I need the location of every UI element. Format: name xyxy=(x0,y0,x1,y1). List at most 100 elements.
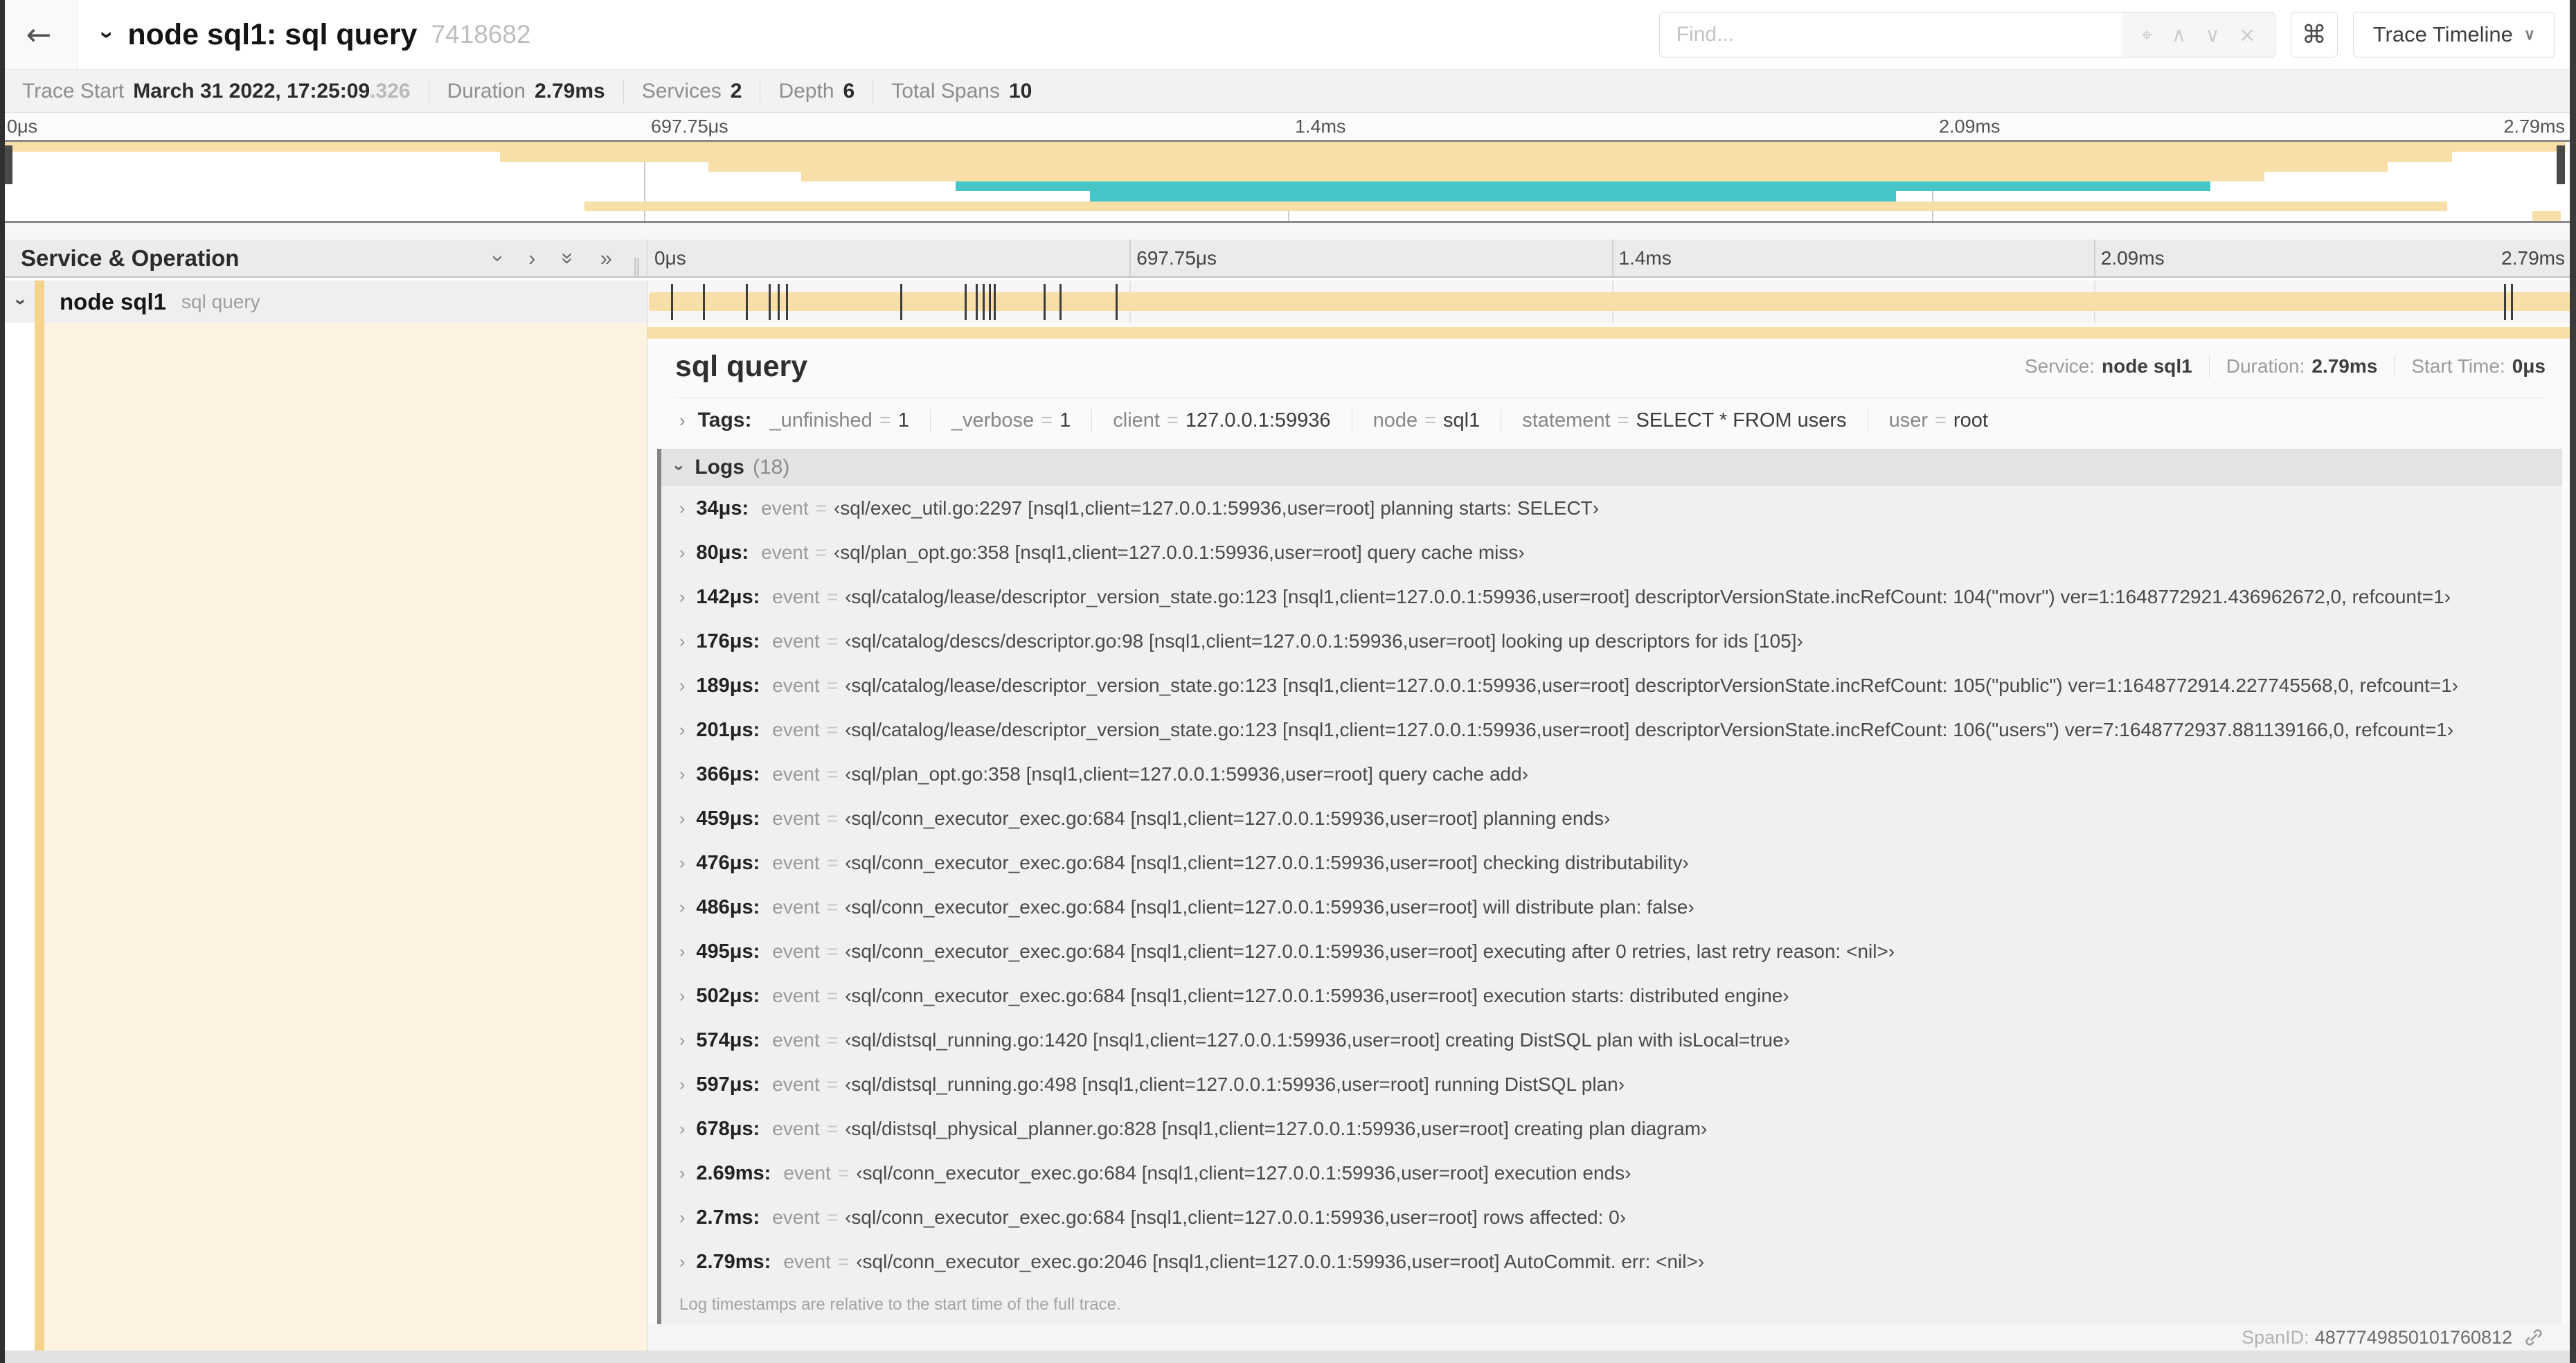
log-field-value: ‹sql/exec_util.go:2297 [nsql1,client=127… xyxy=(833,497,1600,519)
log-equals: = xyxy=(826,586,839,607)
log-expand-chevron-icon[interactable]: › xyxy=(679,676,685,696)
log-entry-row[interactable]: › 495μs: event = ‹sql/conn_executor_exec… xyxy=(661,929,2562,974)
jaeger-trace-view: ← › node sql1: sql query 7418682 ⌖ ∧ ∨ ×… xyxy=(0,0,2576,1363)
log-entry-row[interactable]: › 2.69ms: event = ‹sql/conn_executor_exe… xyxy=(661,1151,2562,1195)
tags-row[interactable]: › Tags: _unfinished = 1 _verbose = 1 cli… xyxy=(647,398,2576,440)
log-entry-row[interactable]: › 142μs: event = ‹sql/catalog/lease/desc… xyxy=(661,575,2562,619)
next-result-icon[interactable]: ∨ xyxy=(2205,23,2219,46)
log-entry-row[interactable]: › 34μs: event = ‹sql/exec_util.go:2297 [… xyxy=(661,486,2562,531)
log-entry-row[interactable]: › 201μs: event = ‹sql/catalog/lease/desc… xyxy=(661,708,2562,752)
tag-item: statement = SELECT * FROM users xyxy=(1501,409,1847,432)
logs-collapse-chevron-icon[interactable]: › xyxy=(670,465,690,470)
tags-list: _unfinished = 1 _verbose = 1 client = 12… xyxy=(769,409,1988,432)
span-log-tick xyxy=(2511,284,2514,320)
view-selector-button[interactable]: Trace Timeline ∨ xyxy=(2352,12,2555,57)
log-entry-row[interactable]: › 80μs: event = ‹sql/plan_opt.go:358 [ns… xyxy=(661,531,2562,575)
span-collapse-chevron-icon[interactable]: › xyxy=(10,299,33,305)
log-expand-chevron-icon[interactable]: › xyxy=(679,986,685,1006)
log-field-value: ‹sql/catalog/lease/descriptor_version_st… xyxy=(845,586,2451,607)
back-button[interactable]: ← xyxy=(0,0,78,69)
log-expand-chevron-icon[interactable]: › xyxy=(679,809,685,829)
span-duration-bar[interactable] xyxy=(649,284,2575,320)
span-log-tick xyxy=(778,284,780,320)
log-expand-chevron-icon[interactable]: › xyxy=(679,1164,685,1184)
log-entry-row[interactable]: › 459μs: event = ‹sql/conn_executor_exec… xyxy=(661,796,2562,841)
collapse-all-icon[interactable]: » xyxy=(555,252,580,264)
find-input[interactable] xyxy=(1659,12,2122,57)
tags-expand-chevron-icon[interactable]: › xyxy=(679,410,686,431)
span-id-footer: SpanID: 4877749850101760812 xyxy=(647,1324,2576,1351)
log-expand-chevron-icon[interactable]: › xyxy=(679,942,685,962)
keyboard-shortcuts-button[interactable]: ⌘ xyxy=(2290,12,2338,57)
log-expand-chevron-icon[interactable]: › xyxy=(679,1208,685,1228)
minimap-span-bar xyxy=(1089,191,1896,202)
log-equals: = xyxy=(826,1206,839,1228)
timeline-ruler: 0μs 697.75μs 1.4ms 2.09ms 2.79ms xyxy=(647,240,2576,276)
log-field-key: event xyxy=(772,1206,820,1228)
tag-value: 127.0.0.1:59936 xyxy=(1185,409,1331,431)
minimap-canvas[interactable] xyxy=(0,140,2576,223)
span-detail-header: sql query Service: node sql1 Duration: 2… xyxy=(647,339,2576,393)
column-resize-grip[interactable]: ‖ xyxy=(632,256,641,276)
log-expand-chevron-icon[interactable]: › xyxy=(679,720,685,740)
log-expand-chevron-icon[interactable]: › xyxy=(679,499,685,519)
log-equals: = xyxy=(837,1251,850,1272)
span-extent-bar xyxy=(647,327,2576,339)
span-row-name-cell[interactable]: › node sql1 sql query xyxy=(0,280,647,323)
span-log-tick xyxy=(900,284,902,320)
log-field-key: event xyxy=(783,1251,831,1272)
minimap-left-drag-handle[interactable] xyxy=(4,145,12,184)
log-entry-row[interactable]: › 189μs: event = ‹sql/catalog/lease/desc… xyxy=(661,663,2562,708)
log-timestamp: 486μs: xyxy=(696,896,760,918)
expand-all-icon[interactable]: » xyxy=(600,246,612,271)
log-entry-row[interactable]: › 366μs: event = ‹sql/plan_opt.go:358 [n… xyxy=(661,752,2562,796)
logs-header[interactable]: › Logs (18) xyxy=(661,449,2562,486)
log-expand-chevron-icon[interactable]: › xyxy=(679,543,685,563)
tag-item: _verbose = 1 xyxy=(929,409,1071,432)
log-field-key: event xyxy=(772,1118,820,1139)
span-row-timeline-cell[interactable] xyxy=(647,280,2576,323)
summary-value-suffix: .326 xyxy=(370,79,411,103)
tag-key: client xyxy=(1113,409,1160,431)
minimap-right-drag-handle[interactable] xyxy=(2557,145,2565,184)
log-entry-row[interactable]: › 486μs: event = ‹sql/conn_executor_exec… xyxy=(661,885,2562,929)
log-entry-row[interactable]: › 597μs: event = ‹sql/distsql_running.go… xyxy=(661,1062,2562,1107)
log-field-value: ‹sql/distsql_running.go:498 [nsql1,clien… xyxy=(845,1074,1625,1095)
log-expand-chevron-icon[interactable]: › xyxy=(679,1031,685,1051)
log-expand-chevron-icon[interactable]: › xyxy=(679,1252,685,1272)
log-expand-chevron-icon[interactable]: › xyxy=(679,1075,685,1095)
selected-span-highlight xyxy=(44,323,647,1351)
clear-find-icon[interactable]: × xyxy=(2239,23,2255,46)
collapse-one-icon[interactable]: › xyxy=(486,254,511,261)
tags-title: Tags: xyxy=(697,409,752,431)
log-field-value: ‹sql/conn_executor_exec.go:684 [nsql1,cl… xyxy=(845,941,1895,962)
deep-link-icon[interactable] xyxy=(2523,1327,2544,1348)
log-field-value: ‹sql/conn_executor_exec.go:684 [nsql1,cl… xyxy=(845,852,1689,873)
log-entry-row[interactable]: › 2.7ms: event = ‹sql/conn_executor_exec… xyxy=(661,1195,2562,1240)
expand-one-icon[interactable]: › xyxy=(528,246,535,271)
log-entry-row[interactable]: › 476μs: event = ‹sql/conn_executor_exec… xyxy=(661,841,2562,885)
span-meta-item: Start Time: 0μs xyxy=(2394,355,2546,377)
log-entry-row[interactable]: › 176μs: event = ‹sql/catalog/descs/desc… xyxy=(661,619,2562,663)
span-log-tick xyxy=(745,284,748,320)
minimap-span-bar xyxy=(584,201,2447,211)
log-equals: = xyxy=(826,763,839,785)
log-expand-chevron-icon[interactable]: › xyxy=(679,587,685,607)
log-entry-row[interactable]: › 574μs: event = ‹sql/distsql_running.go… xyxy=(661,1018,2562,1062)
log-expand-chevron-icon[interactable]: › xyxy=(679,632,685,652)
collapse-trace-chevron-icon[interactable]: › xyxy=(93,30,120,38)
view-selector-label: Trace Timeline xyxy=(2372,22,2513,46)
log-entry-row[interactable]: › 502μs: event = ‹sql/conn_executor_exec… xyxy=(661,974,2562,1018)
log-expand-chevron-icon[interactable]: › xyxy=(679,1119,685,1139)
locate-icon[interactable]: ⌖ xyxy=(2141,23,2152,47)
log-entry-row[interactable]: › 2.79ms: event = ‹sql/conn_executor_exe… xyxy=(661,1240,2562,1284)
log-expand-chevron-icon[interactable]: › xyxy=(679,765,685,785)
log-entry-row[interactable]: › 678μs: event = ‹sql/distsql_physical_p… xyxy=(661,1107,2562,1151)
summary-value-text: March 31 2022, 17:25:09 xyxy=(133,79,370,103)
log-field-key: event xyxy=(761,497,809,519)
log-expand-chevron-icon[interactable]: › xyxy=(679,853,685,873)
log-expand-chevron-icon[interactable]: › xyxy=(679,898,685,918)
log-equals: = xyxy=(826,1074,839,1095)
prev-result-icon[interactable]: ∧ xyxy=(2172,23,2186,46)
log-equals: = xyxy=(826,630,839,652)
